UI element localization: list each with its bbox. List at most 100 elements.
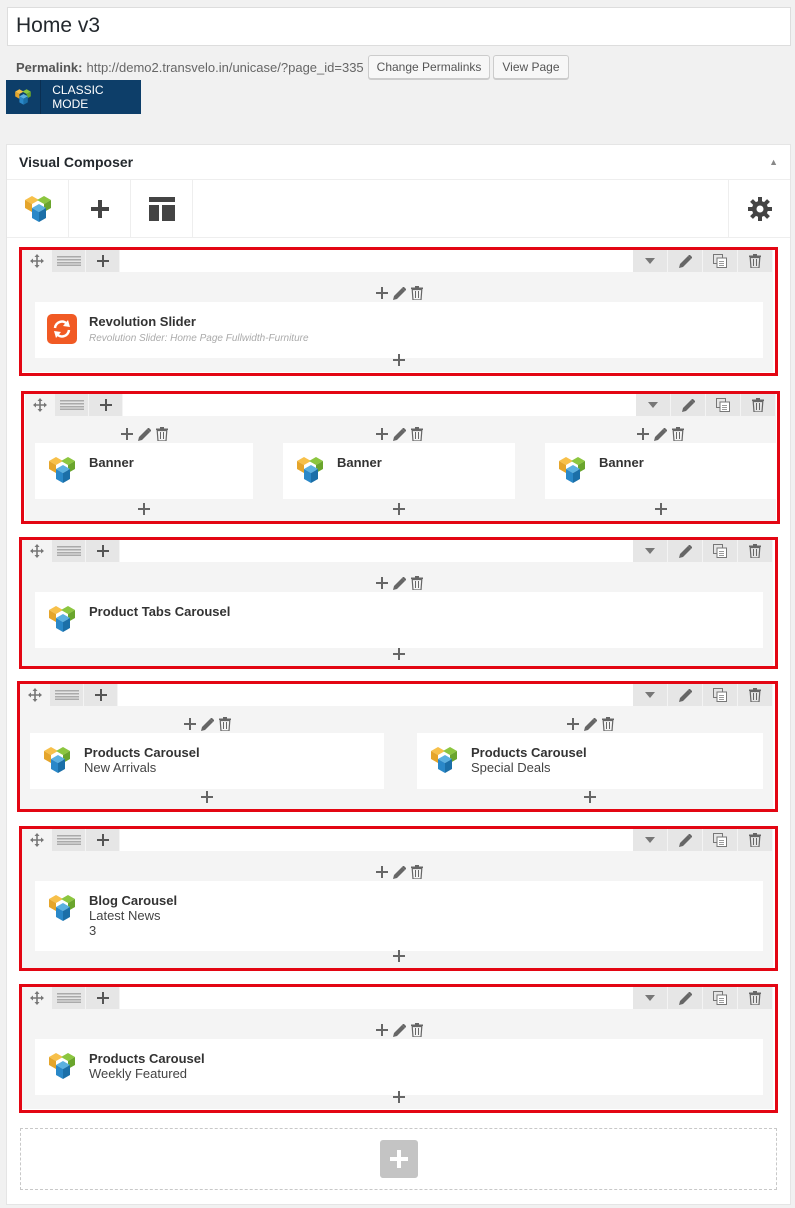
- row-delete-button[interactable]: [738, 540, 773, 562]
- row-clone-button[interactable]: [703, 540, 738, 562]
- plus-icon[interactable]: [375, 428, 388, 440]
- add-element-to-column[interactable]: [35, 503, 253, 517]
- add-element-to-column[interactable]: [35, 354, 763, 368]
- row-clone-button[interactable]: [703, 684, 738, 706]
- row-toggle-button[interactable]: [633, 250, 668, 272]
- add-column-button[interactable]: [86, 829, 120, 851]
- trash-icon[interactable]: [410, 286, 423, 300]
- plus-icon[interactable]: [120, 428, 133, 440]
- trash-icon[interactable]: [410, 576, 423, 590]
- row-toggle-button[interactable]: [633, 987, 668, 1009]
- content-element[interactable]: Products Carousel Weekly Featured: [35, 1039, 763, 1095]
- content-element[interactable]: Product Tabs Carousel: [35, 592, 763, 648]
- plus-icon[interactable]: [375, 866, 388, 878]
- row-edit-button[interactable]: [668, 540, 703, 562]
- row-move-handle[interactable]: [20, 684, 50, 706]
- trash-icon[interactable]: [672, 427, 684, 441]
- vc-logo-icon[interactable]: [7, 180, 69, 237]
- permalink-url[interactable]: http://demo2.transvelo.in/unicase/?page_…: [86, 60, 363, 75]
- post-title-input[interactable]: Home v3: [7, 7, 791, 46]
- content-element[interactable]: Products Carousel New Arrivals: [30, 733, 384, 789]
- pencil-icon[interactable]: [392, 1023, 406, 1037]
- row-move-handle[interactable]: [22, 829, 52, 851]
- row-delete-button[interactable]: [741, 394, 776, 416]
- row-clone-button[interactable]: [703, 829, 738, 851]
- plus-icon[interactable]: [183, 718, 196, 730]
- row-delete-button[interactable]: [738, 987, 773, 1009]
- settings-button[interactable]: [728, 180, 790, 237]
- add-element-to-column[interactable]: [30, 791, 384, 805]
- content-element[interactable]: Banner: [35, 443, 253, 499]
- row-clone-button[interactable]: [706, 394, 741, 416]
- content-element[interactable]: Blog Carousel Latest News 3: [35, 881, 763, 951]
- row-toggle-button[interactable]: [633, 829, 668, 851]
- templates-button[interactable]: [131, 180, 193, 237]
- add-element-to-column[interactable]: [35, 950, 763, 964]
- classic-mode-button[interactable]: CLASSIC MODE: [6, 80, 141, 114]
- trash-icon[interactable]: [410, 427, 423, 441]
- row-move-handle[interactable]: [22, 540, 52, 562]
- row-clone-button[interactable]: [703, 987, 738, 1009]
- add-element-to-column[interactable]: [417, 791, 763, 805]
- add-element-to-column[interactable]: [35, 1091, 763, 1105]
- add-element-to-column[interactable]: [283, 503, 515, 517]
- trash-icon[interactable]: [601, 717, 614, 731]
- add-element-to-column[interactable]: [545, 503, 776, 517]
- row-clone-button[interactable]: [703, 250, 738, 272]
- row-edit-button[interactable]: [668, 684, 703, 706]
- pencil-icon[interactable]: [392, 576, 406, 590]
- row-delete-button[interactable]: [738, 250, 773, 272]
- row-layout-button[interactable]: [50, 684, 84, 706]
- change-permalinks-button[interactable]: Change Permalinks: [367, 55, 491, 79]
- trash-icon[interactable]: [410, 865, 423, 879]
- add-column-button[interactable]: [86, 540, 120, 562]
- row-edit-button[interactable]: [668, 829, 703, 851]
- add-column-button[interactable]: [86, 250, 120, 272]
- pencil-icon[interactable]: [137, 427, 151, 441]
- pencil-icon[interactable]: [654, 427, 667, 441]
- row-move-handle[interactable]: [22, 987, 52, 1009]
- row-move-handle[interactable]: [22, 250, 52, 272]
- row-toggle-button[interactable]: [636, 394, 671, 416]
- plus-icon[interactable]: [375, 287, 388, 299]
- plus-icon[interactable]: [637, 428, 649, 440]
- plus-icon[interactable]: [375, 577, 388, 589]
- row-delete-button[interactable]: [738, 684, 773, 706]
- row-move-handle[interactable]: [25, 394, 55, 416]
- pencil-icon[interactable]: [392, 427, 406, 441]
- trash-icon[interactable]: [410, 1023, 423, 1037]
- row-layout-button[interactable]: [55, 394, 89, 416]
- plus-icon[interactable]: [375, 1024, 388, 1036]
- row-layout-button[interactable]: [52, 540, 86, 562]
- collapse-arrow-icon[interactable]: ▲: [769, 157, 778, 167]
- row-edit-button[interactable]: [668, 987, 703, 1009]
- trash-icon[interactable]: [155, 427, 168, 441]
- add-row-area[interactable]: [20, 1128, 777, 1190]
- pencil-icon[interactable]: [392, 865, 406, 879]
- add-column-button[interactable]: [86, 987, 120, 1009]
- view-page-button[interactable]: View Page: [493, 55, 569, 79]
- add-element-to-column[interactable]: [35, 648, 763, 662]
- add-element-button[interactable]: [69, 180, 131, 237]
- trash-icon[interactable]: [218, 717, 231, 731]
- add-row-button[interactable]: [379, 1140, 418, 1178]
- row-edit-button[interactable]: [671, 394, 706, 416]
- row-toggle-button[interactable]: [633, 540, 668, 562]
- content-element[interactable]: Banner: [545, 443, 776, 499]
- row-delete-button[interactable]: [738, 829, 773, 851]
- add-column-button[interactable]: [84, 684, 118, 706]
- pencil-icon[interactable]: [392, 286, 406, 300]
- add-column-button[interactable]: [89, 394, 123, 416]
- composer-header[interactable]: Visual Composer ▲: [7, 145, 790, 180]
- row-layout-button[interactable]: [52, 829, 86, 851]
- row-toggle-button[interactable]: [633, 684, 668, 706]
- pencil-icon[interactable]: [200, 717, 214, 731]
- plus-icon[interactable]: [566, 718, 579, 730]
- row-layout-button[interactable]: [52, 250, 86, 272]
- row-layout-button[interactable]: [52, 987, 86, 1009]
- content-element[interactable]: Banner: [283, 443, 515, 499]
- pencil-icon[interactable]: [583, 717, 597, 731]
- content-element[interactable]: Products Carousel Special Deals: [417, 733, 763, 789]
- content-element[interactable]: Revolution Slider Revolution Slider: Home…: [35, 302, 763, 358]
- row-edit-button[interactable]: [668, 250, 703, 272]
